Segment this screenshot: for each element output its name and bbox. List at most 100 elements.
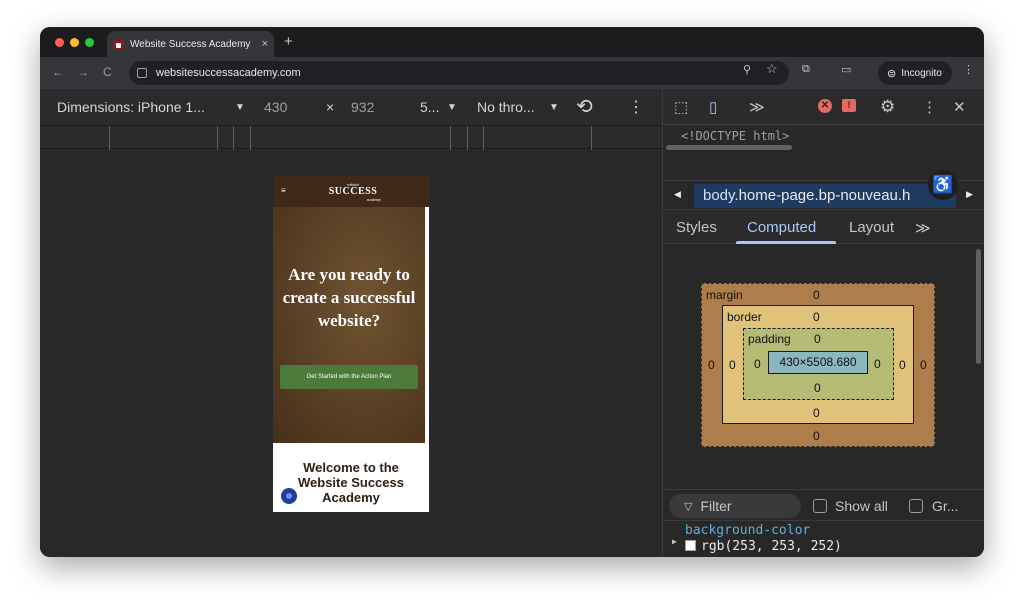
close-devtools-icon[interactable]: ✕ [953,98,966,116]
tab-close-icon[interactable]: × [262,38,268,50]
width-input[interactable]: 430 [264,99,287,115]
filter-icon: ▽ [684,500,693,513]
color-swatch[interactable] [685,540,696,551]
filter-input[interactable]: ▽ Filter [669,494,801,518]
throttle-select[interactable]: No thro... [477,99,535,115]
border-left-value[interactable]: 0 [729,358,736,372]
group-label[interactable]: Gr... [932,498,958,514]
margin-right-value[interactable]: 0 [920,358,927,372]
expand-arrow-icon[interactable]: ▶ [672,537,677,546]
tab-strip: Website Success Academy × + [40,27,984,57]
padding-right-value[interactable]: 0 [874,357,881,371]
tab-styles[interactable]: Styles [676,219,717,236]
welcome-section: Welcome to the Website Success Academy [273,443,429,512]
emulated-phone-page[interactable]: ≡ website SUCCESS academy Are you ready … [273,176,429,512]
back-button[interactable]: ← [52,65,64,79]
dom-tree-line[interactable]: <!DOCTYPE html> [681,129,789,143]
inspect-element-icon[interactable]: ⬚ [674,98,688,116]
group-checkbox[interactable] [909,499,923,513]
margin-label: margin [706,288,743,302]
new-tab-button[interactable]: + [284,33,293,50]
tab-layout[interactable]: Layout [849,219,894,236]
zoom-icon[interactable]: ⚲ [743,63,751,76]
cast-icon[interactable]: ▭ [841,63,851,76]
more-subtabs-icon[interactable]: ≫ [915,219,931,237]
property-value-text: rgb(253, 253, 252) [701,539,842,554]
more-tabs-icon[interactable]: ≫ [749,98,765,116]
browser-menu-icon[interactable]: ⋮ [963,63,974,76]
browser-window: Website Success Academy × + ← → C websit… [40,27,984,557]
site-logo[interactable]: website SUCCESS academy [325,182,381,202]
height-input[interactable]: 932 [351,99,374,115]
device-toggle-icon[interactable]: ▯ [709,98,717,116]
border-right-value[interactable]: 0 [899,358,906,372]
chevron-down-icon[interactable]: ▼ [235,102,245,113]
breadcrumb-left-icon[interactable]: ◀ [674,189,681,200]
close-window-button[interactable] [55,38,64,47]
ruler-tick [233,126,234,150]
box-model-content-size[interactable]: 430×5508.680 [768,351,868,374]
omnibox[interactable]: websitesuccessacademy.com [129,61,789,85]
tab-title: Website Success Academy [130,38,251,50]
extensions-icon[interactable]: ⧉ [802,63,810,76]
computed-properties-list: background-color ▶ rgb(253, 253, 252) bo… [663,521,984,557]
padding-top-value[interactable]: 0 [814,332,821,346]
ruler-tick [591,126,592,150]
page-scrollbar[interactable] [425,207,429,443]
logo-main-text: SUCCESS [328,186,378,197]
padding-label: padding [748,332,791,346]
hero-section: Are you ready to create a successful web… [273,207,425,443]
property-value[interactable]: rgb(253, 253, 252) [685,539,842,554]
ruler-tick [467,126,468,150]
reload-button[interactable]: C [103,65,112,79]
get-started-button[interactable]: Get Started with the Action Plan [280,365,418,389]
incognito-badge[interactable]: ⊜ Incognito [878,61,952,85]
ruler-tick [217,126,218,150]
computed-scrollbar[interactable] [976,249,981,364]
breadcrumb-right-icon[interactable]: ▶ [966,189,973,200]
issues-icon[interactable]: ! [842,99,856,112]
padding-bottom-value[interactable]: 0 [814,381,821,395]
url-text[interactable]: websitesuccessacademy.com [156,67,301,79]
chevron-down-icon[interactable]: ▼ [447,102,457,113]
box-model-border[interactable]: border 0 0 0 0 padding 0 0 0 0 430×5508.… [722,305,914,424]
tab-computed[interactable]: Computed [747,219,816,236]
device-toolbar: Dimensions: iPhone 1... ▼ 430 × 932 5...… [40,89,662,125]
incognito-icon: ⊜ [887,67,897,80]
margin-left-value[interactable]: 0 [708,358,715,372]
breadcrumb-body-node[interactable]: body.home-page.bp-nouveau.h [694,184,956,208]
padding-left-value[interactable]: 0 [754,357,761,371]
box-model-margin[interactable]: margin 0 0 0 0 border 0 0 0 0 padding 0 … [701,283,935,447]
border-label: border [727,310,762,324]
filter-placeholder: Filter [700,498,732,514]
tab-website-success-academy[interactable]: Website Success Academy × [107,31,274,57]
margin-top-value[interactable]: 0 [813,288,820,302]
site-info-icon[interactable] [137,68,147,78]
zoom-select[interactable]: 5... [420,99,439,115]
logo-bottom-text: academy [366,197,381,202]
error-count-icon[interactable]: ✕ [818,99,832,113]
ruler-tick [250,126,251,150]
box-model-padding[interactable]: padding 0 0 0 0 430×5508.680 [743,328,894,400]
media-query-ruler[interactable] [40,125,662,150]
minimize-window-button[interactable] [70,38,79,47]
margin-bottom-value[interactable]: 0 [813,429,820,443]
devtools-menu-icon[interactable]: ⋮ [922,98,937,116]
chat-widget-icon[interactable] [281,488,297,504]
settings-gear-icon[interactable]: ⚙ [880,97,895,117]
dom-horizontal-scrollbar[interactable] [666,145,792,150]
show-all-label[interactable]: Show all [835,498,888,514]
hamburger-menu-icon[interactable]: ≡ [281,186,286,195]
bookmark-star-icon[interactable]: ☆ [766,61,778,77]
chevron-down-icon[interactable]: ▼ [549,102,559,113]
forward-button[interactable]: → [77,65,89,79]
zoom-window-button[interactable] [85,38,94,47]
rotate-icon[interactable]: ⟲ [576,94,593,119]
dimensions-select[interactable]: Dimensions: iPhone 1... [57,99,205,115]
show-all-checkbox[interactable] [813,499,827,513]
border-bottom-value[interactable]: 0 [813,406,820,420]
more-options-icon[interactable]: ⋮ [628,97,644,117]
accessibility-icon[interactable]: ♿ [928,170,958,200]
border-top-value[interactable]: 0 [813,310,820,324]
property-name[interactable]: background-color [685,523,810,538]
